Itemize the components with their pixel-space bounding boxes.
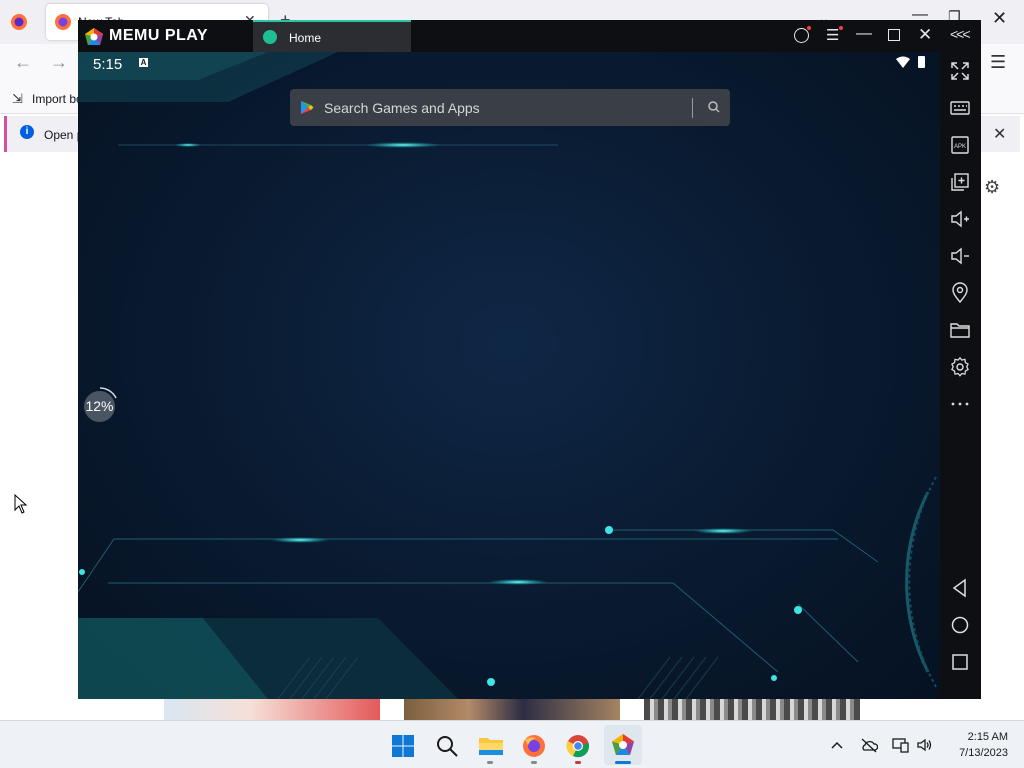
active-indicator: [615, 761, 631, 764]
running-indicator: [487, 761, 493, 764]
android-home-icon[interactable]: [949, 614, 971, 636]
taskbar-time[interactable]: 2:15 AM: [958, 731, 1008, 743]
loading-progress: 12%: [84, 391, 115, 422]
location-icon[interactable]: [949, 282, 971, 304]
running-indicator: [575, 761, 581, 764]
volume-down-icon[interactable]: [949, 245, 971, 267]
memu-minimize-button[interactable]: —: [856, 25, 872, 43]
page-settings-gear-icon[interactable]: ⚙: [984, 177, 1000, 198]
notification-dot: [807, 26, 811, 30]
svg-text:APK: APK: [954, 144, 966, 150]
google-play-icon: [301, 101, 314, 114]
search-icon[interactable]: [706, 99, 722, 115]
notice-close-button[interactable]: ✕: [993, 124, 1006, 144]
memu-menu-button[interactable]: ☰: [826, 26, 839, 44]
folder-icon[interactable]: [949, 319, 971, 341]
wifi-icon: [896, 56, 910, 68]
android-status-time: 5:15: [93, 56, 123, 73]
memu-icon[interactable]: [611, 733, 635, 757]
top-site-thumbnail[interactable]: [164, 699, 380, 720]
firefox-menu-button[interactable]: ☰: [990, 52, 1006, 73]
import-icon: ⇲: [12, 91, 23, 106]
volume-icon[interactable]: [916, 737, 934, 753]
android-recents-icon[interactable]: [949, 651, 971, 673]
firefox-view-icon[interactable]: [10, 13, 28, 31]
memu-maximize-button[interactable]: [888, 29, 900, 41]
memu-close-button[interactable]: ✕: [918, 25, 932, 45]
chevron-up-icon[interactable]: [830, 738, 844, 752]
tech-background-decoration: [78, 52, 937, 699]
running-indicator: [531, 761, 537, 764]
notification-icon: A: [139, 58, 148, 67]
tab-label: Home: [289, 31, 322, 45]
volume-up-icon[interactable]: [949, 208, 971, 230]
mouse-cursor-icon: [14, 494, 28, 514]
firefox-icon: [55, 14, 71, 30]
top-site-thumbnail[interactable]: [404, 699, 620, 720]
forward-button[interactable]: →: [50, 52, 68, 73]
memu-window: MEMU PLAY Home ☰ — ✕ <<< 5:15 A Search G…: [78, 20, 981, 699]
network-icon[interactable]: [892, 737, 910, 753]
search-divider: [692, 98, 693, 118]
top-site-thumbnail[interactable]: [644, 699, 860, 720]
more-icon[interactable]: [949, 393, 971, 415]
chrome-icon[interactable]: [566, 734, 590, 758]
firefox-icon[interactable]: [522, 734, 546, 758]
battery-icon: [918, 56, 925, 68]
memu-sidebar: APK: [940, 52, 981, 699]
multi-instance-icon[interactable]: [949, 171, 971, 193]
search-icon[interactable]: [435, 734, 459, 758]
memu-brand-name: MEMU PLAY: [109, 27, 209, 44]
onedrive-icon[interactable]: [860, 737, 878, 753]
fullscreen-icon[interactable]: [949, 60, 971, 82]
collapse-sidebar-button[interactable]: <<<: [950, 26, 970, 42]
start-icon[interactable]: [391, 734, 415, 758]
home-tab-icon: [263, 30, 277, 44]
settings-icon[interactable]: [949, 356, 971, 378]
android-back-icon[interactable]: [949, 577, 971, 599]
windows-taskbar: 2:15 AM 7/13/2023: [0, 720, 1024, 768]
taskbar-date[interactable]: 7/13/2023: [946, 747, 1008, 759]
search-input[interactable]: Search Games and Apps: [324, 100, 480, 116]
firefox-close-button[interactable]: ✕: [992, 8, 1007, 29]
keyboard-mapping-icon[interactable]: [949, 97, 971, 119]
account-icon[interactable]: [794, 28, 809, 43]
memu-logo-icon: [85, 28, 103, 45]
memu-tab-home[interactable]: Home: [253, 20, 411, 52]
notification-dot: [839, 26, 843, 30]
apk-install-icon[interactable]: APK: [949, 134, 971, 156]
file-explorer-icon[interactable]: [478, 734, 504, 758]
search-bar[interactable]: Search Games and Apps: [290, 89, 730, 126]
android-screen[interactable]: 5:15 A Search Games and Apps 12%: [78, 52, 940, 699]
back-button[interactable]: ←: [14, 52, 32, 73]
info-icon: i: [20, 125, 34, 139]
memu-title-bar[interactable]: MEMU PLAY Home ☰ — ✕ <<<: [78, 20, 981, 52]
